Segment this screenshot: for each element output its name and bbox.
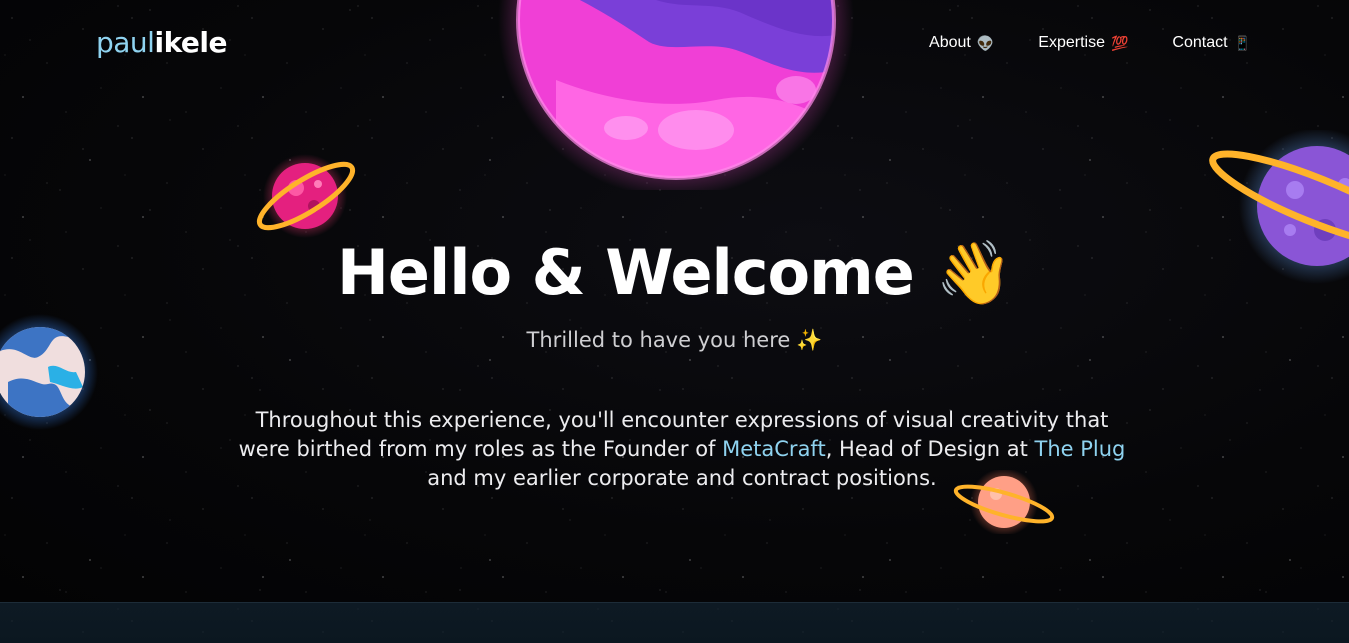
mobile-phone-icon: 📱 bbox=[1233, 34, 1251, 51]
logo-second-part: ikele bbox=[154, 26, 228, 59]
hero-title: Hello & Welcome 👋 bbox=[0, 236, 1349, 310]
hero-intro-paragraph: Throughout this experience, you'll encou… bbox=[232, 406, 1132, 493]
nav-item-contact[interactable]: Contact 📱 bbox=[1172, 34, 1251, 52]
main-nav: About 👽 Expertise 💯 Contact 📱 bbox=[929, 34, 1251, 52]
nav-item-about[interactable]: About 👽 bbox=[929, 34, 994, 52]
intro-text-2: , Head of Design at bbox=[825, 437, 1035, 461]
starfield bbox=[0, 603, 1349, 643]
hero-section: paul ikele About 👽 Expertise 💯 Contact 📱 … bbox=[0, 0, 1349, 602]
nav-item-expertise[interactable]: Expertise 💯 bbox=[1038, 34, 1128, 52]
alien-icon: 👽 bbox=[976, 34, 995, 51]
hero-subtitle-text: Thrilled to have you here bbox=[526, 328, 791, 352]
the-plug-link[interactable]: The Plug bbox=[1035, 437, 1126, 461]
hero-subtitle: Thrilled to have you here ✨ bbox=[0, 328, 1349, 353]
hero-title-text: Hello & Welcome bbox=[337, 236, 915, 309]
intro-text-3: and my earlier corporate and contract po… bbox=[427, 466, 937, 490]
metacraft-link[interactable]: MetaCraft bbox=[722, 437, 826, 461]
hundred-points-icon: 💯 bbox=[1110, 34, 1129, 51]
next-section-band bbox=[0, 602, 1349, 643]
ringed-pink-planet-illustration bbox=[256, 154, 356, 238]
nav-item-label: About bbox=[929, 34, 971, 51]
nav-item-label: Contact bbox=[1172, 34, 1228, 51]
logo-first-part: paul bbox=[96, 26, 155, 59]
magenta-planet-illustration bbox=[498, 0, 854, 190]
nav-item-label: Expertise bbox=[1038, 34, 1105, 51]
site-logo[interactable]: paul ikele bbox=[96, 26, 228, 62]
waving-hand-icon: 👋 bbox=[935, 236, 1013, 309]
sparkles-icon: ✨ bbox=[796, 328, 823, 352]
